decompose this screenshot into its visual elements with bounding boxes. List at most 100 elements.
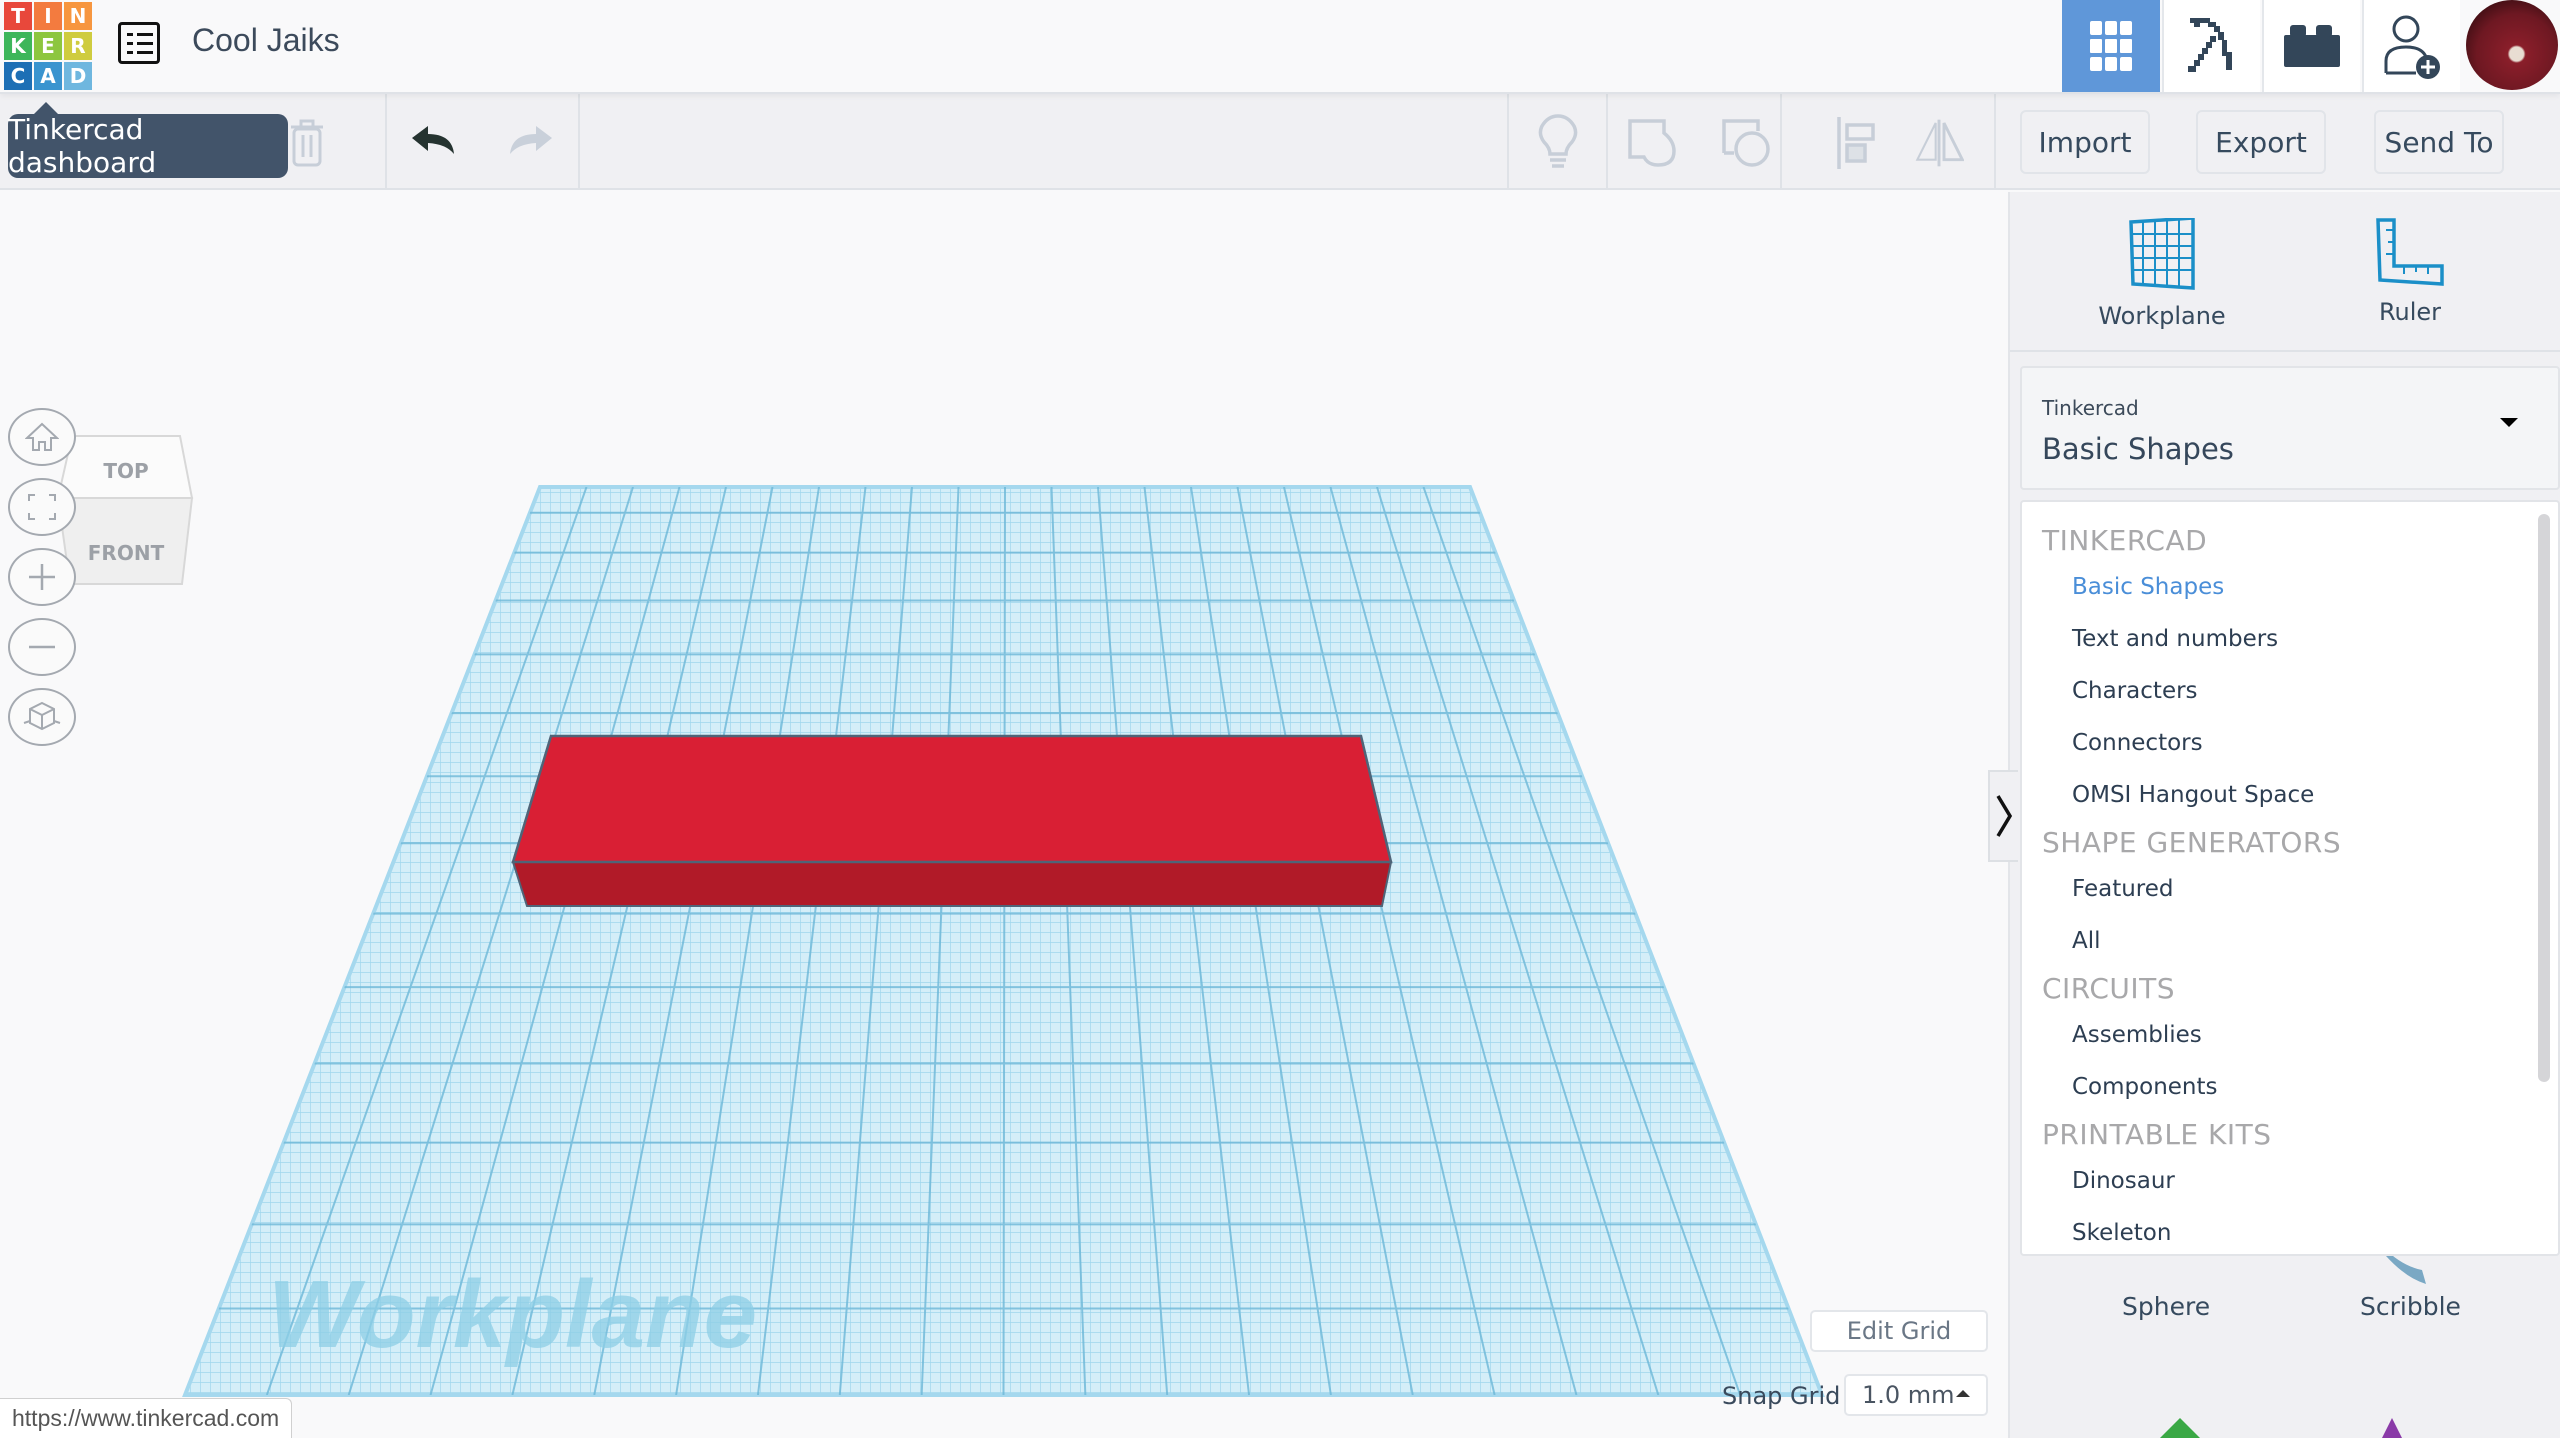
home-view-button[interactable]: [8, 408, 76, 466]
tinkercad-app: T I N K E R C A D Cool Jaiks Import Expo…: [0, 0, 2560, 1438]
panel-divider: [2010, 350, 2560, 352]
shape-library-dropdown[interactable]: TINKERCAD Basic Shapes Text and numbers …: [2020, 500, 2560, 1256]
chevron-right-icon: [1996, 795, 2012, 837]
library-selected: Basic Shapes: [2042, 432, 2234, 466]
ruler-icon: [2376, 218, 2444, 286]
group-icon[interactable]: [1628, 118, 1678, 168]
zoom-out-icon: [29, 645, 55, 649]
invite-people-button[interactable]: [2362, 0, 2460, 92]
home-icon: [25, 422, 59, 451]
toolbar-separator: [578, 94, 580, 190]
logo-letter: T: [4, 2, 32, 30]
design-menu-icon[interactable]: [118, 22, 160, 64]
tinkercad-logo[interactable]: T I N K E R C A D: [4, 2, 92, 90]
caret-up-icon: [1956, 1390, 1970, 1397]
dropdown-item-components[interactable]: Components: [2072, 1074, 2218, 1100]
logo-letter: R: [64, 32, 92, 60]
ruler-tool-label: Ruler: [2378, 298, 2442, 326]
dropdown-item-featured[interactable]: Featured: [2072, 876, 2174, 902]
shapes-panel: Workplane Ruler Tinkercad Basic Shapes T…: [2008, 192, 2560, 1438]
logo-letter: D: [64, 62, 92, 90]
perspective-icon: [23, 701, 61, 731]
logo-letter: I: [34, 2, 62, 30]
library-provider: Tinkercad: [2042, 396, 2139, 420]
logo-letter: A: [34, 62, 62, 90]
shape-scribble-label[interactable]: Scribble: [2360, 1292, 2461, 1321]
import-button[interactable]: Import: [2020, 110, 2150, 174]
group-header-circuits: CIRCUITS: [2042, 972, 2176, 1005]
logo-letter: K: [4, 32, 32, 60]
user-add-icon: [2384, 15, 2440, 79]
workplane-grid[interactable]: [182, 485, 1825, 1397]
red-box-shape[interactable]: [511, 734, 1393, 907]
3d-canvas[interactable]: Workplane TOP FRONT Edit Grid Snap Grid …: [0, 192, 2008, 1438]
project-title[interactable]: Cool Jaiks: [192, 22, 340, 59]
minecraft-view-button[interactable]: [2162, 0, 2260, 92]
perspective-button[interactable]: [8, 688, 76, 746]
dropdown-item-connectors[interactable]: Connectors: [2072, 730, 2203, 756]
edit-grid-button[interactable]: Edit Grid: [1810, 1310, 1988, 1352]
toolbar-separator: [1994, 94, 1996, 190]
fit-view-icon: [28, 494, 56, 520]
dropdown-item-basic-shapes[interactable]: Basic Shapes: [2072, 574, 2224, 600]
bricks-view-button[interactable]: [2262, 0, 2360, 92]
dropdown-item-all[interactable]: All: [2072, 928, 2101, 954]
fit-view-button[interactable]: [8, 478, 76, 536]
logo-letter: N: [64, 2, 92, 30]
dropdown-item-characters[interactable]: Characters: [2072, 678, 2198, 704]
toolbar-separator: [385, 94, 387, 190]
viewcube-top-label[interactable]: TOP: [103, 459, 148, 483]
green-shape-thumbnail[interactable]: [2150, 1418, 2210, 1438]
caret-down-icon: [2500, 418, 2518, 427]
delete-icon[interactable]: [282, 118, 332, 168]
redo-icon[interactable]: [504, 118, 554, 168]
dropdown-item-omsi-hangout-space[interactable]: OMSI Hangout Space: [2072, 782, 2314, 808]
lightbulb-icon[interactable]: [1533, 114, 1583, 168]
user-avatar[interactable]: [2466, 0, 2558, 90]
workplane-tool[interactable]: Workplane: [2052, 218, 2272, 338]
workplane-watermark: Workplane: [268, 1261, 757, 1368]
dropdown-item-assemblies[interactable]: Assemblies: [2072, 1022, 2202, 1048]
edit-toolbar: Import Export Send To: [0, 94, 2560, 190]
dropdown-scrollbar[interactable]: [2538, 514, 2550, 1082]
shape-sphere-label[interactable]: Sphere: [2122, 1292, 2210, 1321]
export-button[interactable]: Export: [2196, 110, 2326, 174]
zoom-in-button[interactable]: [8, 548, 76, 606]
dropdown-item-text-and-numbers[interactable]: Text and numbers: [2072, 626, 2278, 652]
snap-grid-label: Snap Grid: [1722, 1382, 1841, 1410]
logo-letter: C: [4, 62, 32, 90]
status-bar-url: https://www.tinkercad.com: [0, 1398, 293, 1438]
collapse-panel-button[interactable]: [1988, 770, 2018, 862]
ruler-tool[interactable]: Ruler: [2300, 218, 2520, 338]
workplane-tool-label: Workplane: [2098, 302, 2226, 330]
shape-library-select[interactable]: Tinkercad Basic Shapes: [2020, 366, 2560, 490]
send-to-button[interactable]: Send To: [2374, 110, 2504, 174]
top-header: T I N K E R C A D Cool Jaiks: [0, 0, 2560, 94]
box-front-face[interactable]: [511, 861, 1393, 907]
viewcube-front-label[interactable]: FRONT: [88, 541, 165, 565]
3d-design-view-button[interactable]: [2062, 0, 2160, 92]
toolbar-separator: [1606, 94, 1608, 190]
undo-icon[interactable]: [410, 118, 460, 168]
purple-shape-thumbnail[interactable]: [2372, 1418, 2412, 1438]
pickaxe-icon: [2188, 18, 2232, 72]
zoom-out-button[interactable]: [8, 618, 76, 676]
snap-grid-select[interactable]: 1.0 mm: [1844, 1374, 1988, 1416]
group-header-tinkercad: TINKERCAD: [2042, 524, 2208, 557]
group-header-shape-generators: SHAPE GENERATORS: [2042, 826, 2342, 859]
zoom-in-icon: [29, 564, 55, 590]
workplane-scene[interactable]: Workplane: [0, 192, 2008, 1438]
toolbar-separator: [1780, 94, 1782, 190]
dropdown-item-dinosaur[interactable]: Dinosaur: [2072, 1168, 2175, 1194]
group-header-printable-kits: PRINTABLE KITS: [2042, 1118, 2272, 1151]
mirror-icon[interactable]: [1914, 118, 1964, 168]
box-top-face[interactable]: [511, 734, 1393, 864]
snap-grid-value: 1.0 mm: [1862, 1381, 1955, 1409]
workplane-icon: [2129, 218, 2195, 290]
toolbar-separator: [1507, 94, 1509, 190]
dashboard-tooltip: Tinkercad dashboard: [8, 102, 288, 179]
ungroup-icon[interactable]: [1722, 118, 1772, 168]
dropdown-item-skeleton[interactable]: Skeleton: [2072, 1220, 2171, 1246]
view-cube[interactable]: TOP FRONT: [58, 432, 194, 588]
align-icon[interactable]: [1830, 117, 1880, 169]
